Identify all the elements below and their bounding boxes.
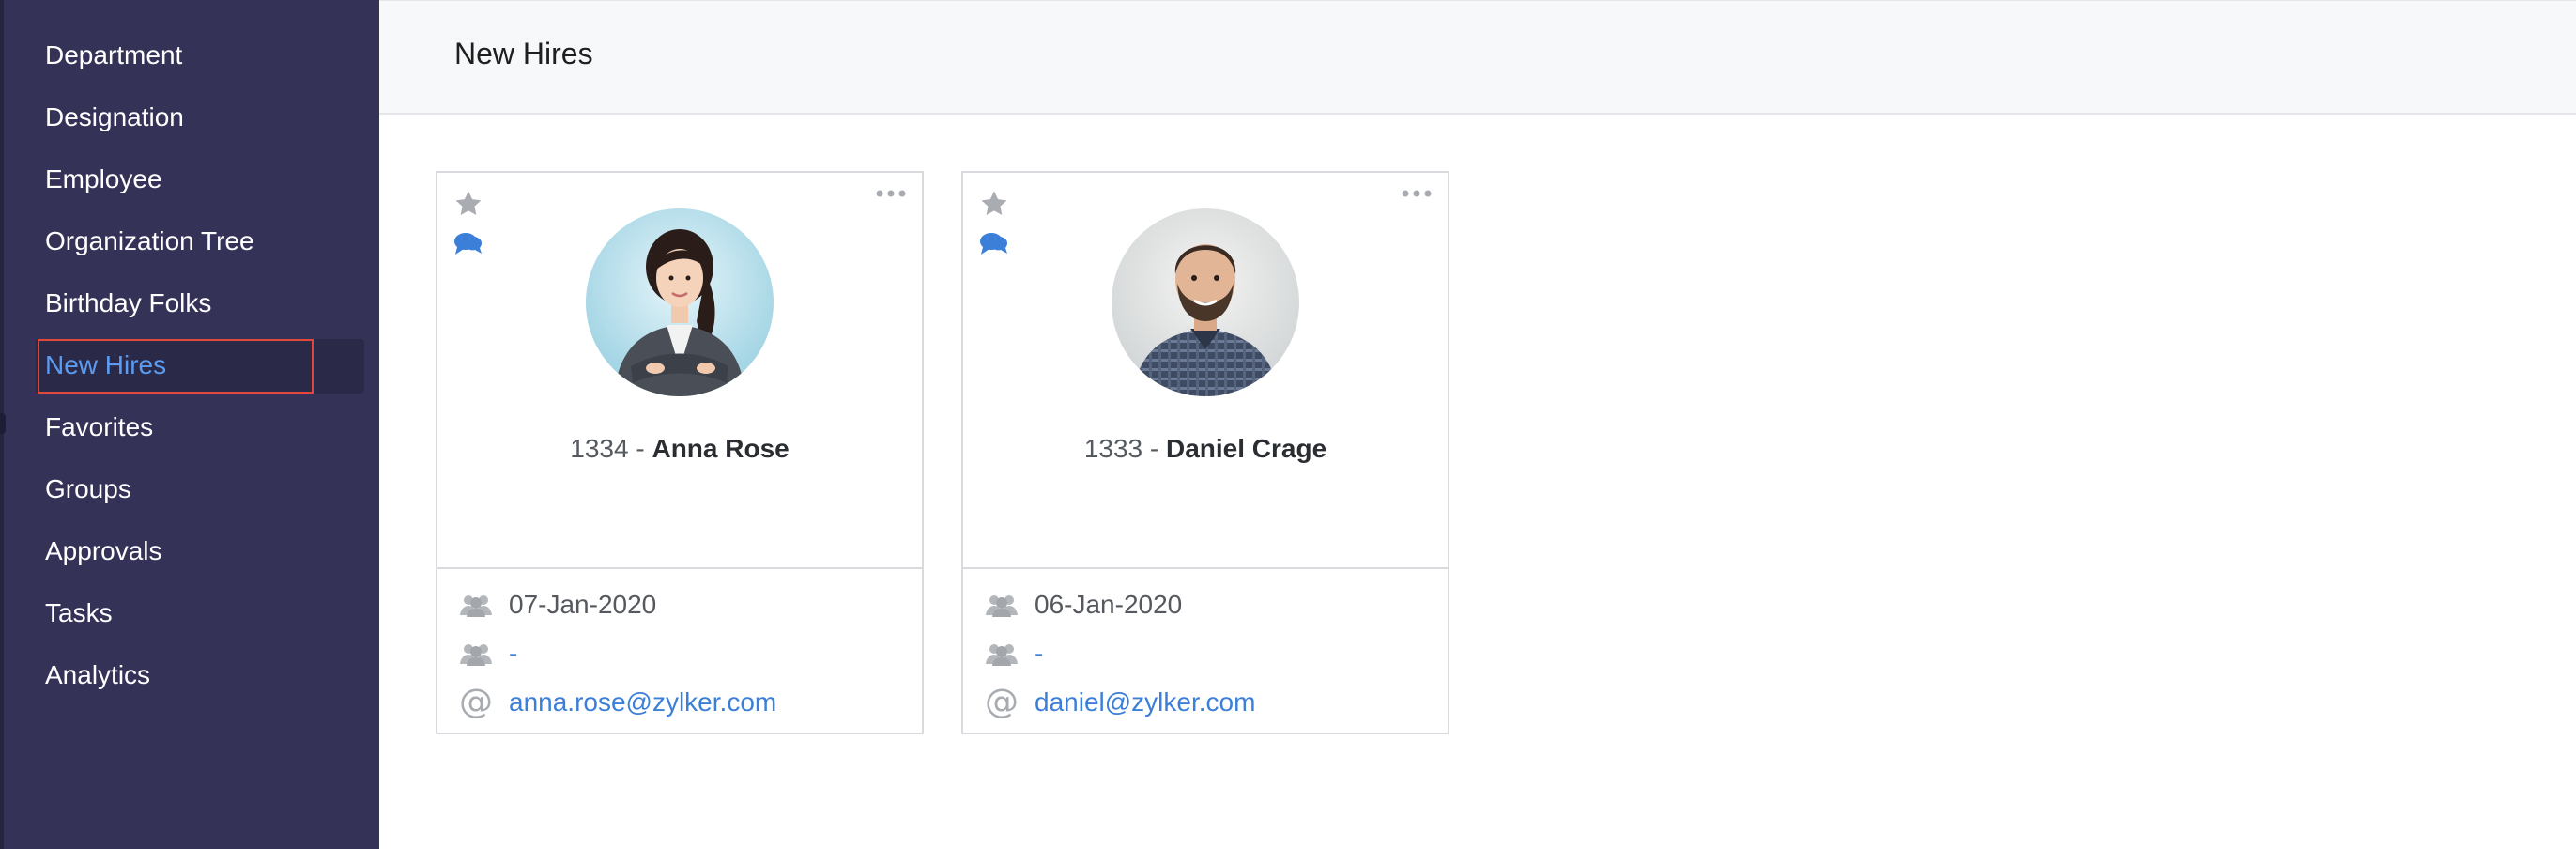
employee-card[interactable]: 1333 - Daniel Crage 06-Jan-2020 - @ dani… bbox=[961, 171, 1449, 734]
sidebar-item-favorites[interactable]: Favorites bbox=[41, 402, 360, 453]
avatar[interactable] bbox=[586, 208, 774, 396]
employee-id-name: 1334 - Anna Rose bbox=[437, 434, 922, 464]
sidebar-collapse-handle[interactable] bbox=[0, 413, 6, 434]
id-separator: - bbox=[628, 434, 652, 463]
employee-name[interactable]: Daniel Crage bbox=[1166, 434, 1326, 463]
employee-name[interactable]: Anna Rose bbox=[652, 434, 789, 463]
star-icon[interactable] bbox=[452, 188, 484, 220]
joined-date-row: 06-Jan-2020 bbox=[984, 584, 1182, 625]
more-options-icon[interactable] bbox=[1401, 186, 1433, 201]
card-profile-section: 1334 - Anna Rose bbox=[437, 173, 922, 569]
employee-id: 1333 bbox=[1083, 434, 1143, 463]
group-row: - bbox=[458, 633, 517, 674]
sidebar-item-approvals[interactable]: Approvals bbox=[41, 526, 360, 577]
sidebar-item-new-hires[interactable]: New Hires bbox=[41, 340, 360, 391]
sidebar-item-designation[interactable]: Designation bbox=[41, 92, 360, 143]
group-row: - bbox=[984, 633, 1043, 674]
employee-id-name: 1333 - Daniel Crage bbox=[963, 434, 1448, 464]
more-options-icon[interactable] bbox=[875, 186, 907, 201]
group-link[interactable]: - bbox=[509, 639, 517, 669]
at-icon: @ bbox=[459, 683, 493, 721]
sidebar-item-organization-tree[interactable]: Organization Tree bbox=[41, 216, 360, 267]
sidebar-item-analytics[interactable]: Analytics bbox=[41, 650, 360, 701]
email-link[interactable]: daniel@zylker.com bbox=[1035, 687, 1255, 718]
id-separator: - bbox=[1142, 434, 1166, 463]
star-icon[interactable] bbox=[978, 188, 1010, 220]
sidebar: Department Designation Employee Organiza… bbox=[0, 0, 379, 849]
joined-date: 07-Jan-2020 bbox=[509, 590, 657, 619]
avatar[interactable] bbox=[1112, 208, 1299, 396]
group-link[interactable]: - bbox=[1035, 639, 1043, 669]
page-header: New Hires bbox=[379, 0, 2576, 115]
card-profile-section: 1333 - Daniel Crage bbox=[963, 173, 1448, 569]
group-icon bbox=[458, 640, 494, 668]
joined-date-row: 07-Jan-2020 bbox=[458, 584, 656, 625]
sidebar-item-groups[interactable]: Groups bbox=[41, 464, 360, 515]
chat-icon[interactable] bbox=[979, 230, 1009, 256]
employee-id: 1334 bbox=[570, 434, 629, 463]
group-icon bbox=[984, 640, 1020, 668]
email-link[interactable]: anna.rose@zylker.com bbox=[509, 687, 776, 718]
at-icon: @ bbox=[985, 683, 1019, 721]
group-icon bbox=[984, 591, 1020, 619]
sidebar-item-department[interactable]: Department bbox=[41, 30, 360, 81]
joined-date: 06-Jan-2020 bbox=[1035, 590, 1183, 619]
sidebar-item-tasks[interactable]: Tasks bbox=[41, 588, 360, 639]
sidebar-item-employee[interactable]: Employee bbox=[41, 154, 360, 205]
page-title: New Hires bbox=[454, 37, 593, 70]
email-row: @ anna.rose@zylker.com bbox=[458, 682, 776, 723]
chat-icon[interactable] bbox=[453, 230, 483, 256]
sidebar-item-birthday-folks[interactable]: Birthday Folks bbox=[41, 278, 360, 329]
email-row: @ daniel@zylker.com bbox=[984, 682, 1255, 723]
employee-card[interactable]: 1334 - Anna Rose 07-Jan-2020 - @ anna.ro… bbox=[436, 171, 924, 734]
group-icon bbox=[458, 591, 494, 619]
